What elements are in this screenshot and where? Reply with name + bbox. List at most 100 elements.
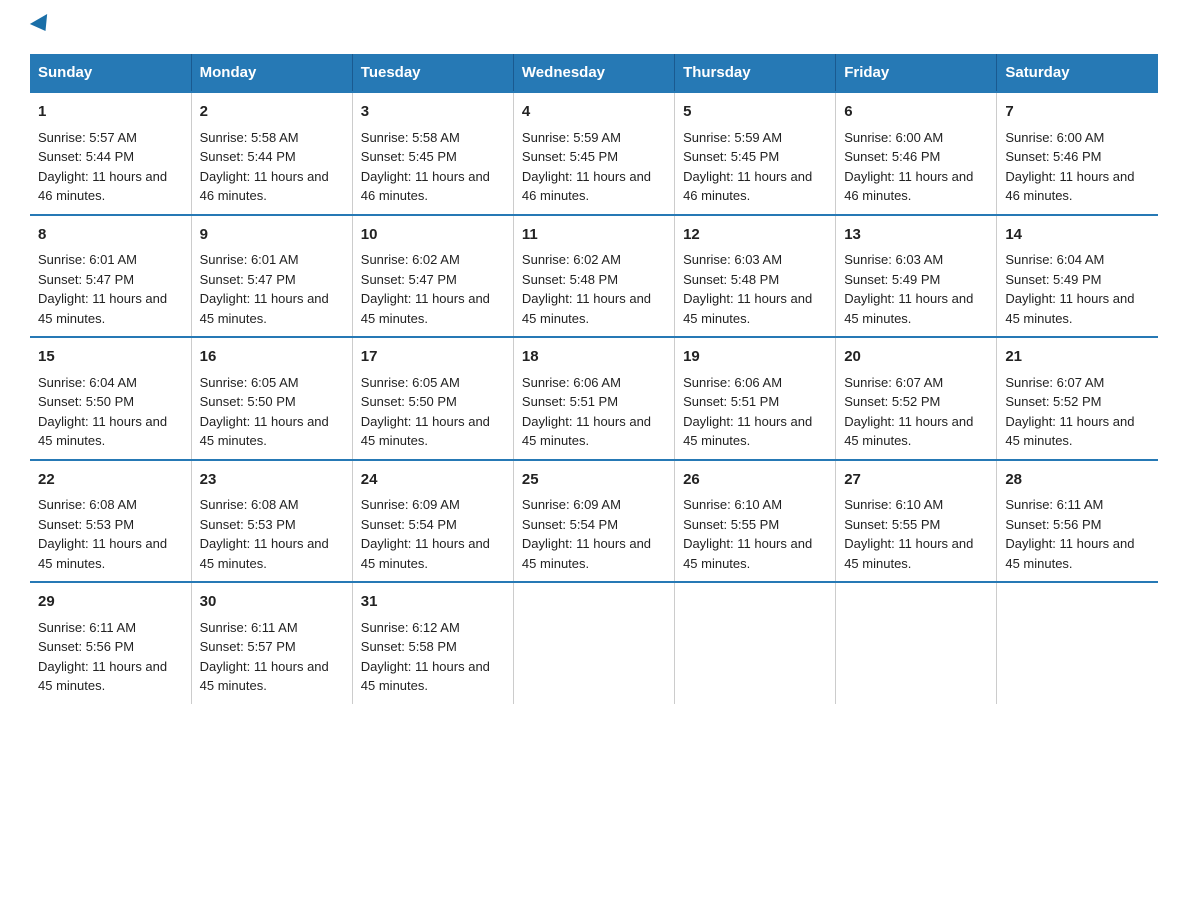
day-cell: 13 Sunrise: 6:03 AMSunset: 5:49 PMDayligh… (836, 215, 997, 338)
week-row-4: 22 Sunrise: 6:08 AMSunset: 5:53 PMDayligh… (30, 460, 1158, 583)
day-cell: 2 Sunrise: 5:58 AMSunset: 5:44 PMDaylight… (191, 92, 352, 215)
day-cell: 28Sunrise: 6:11 AMSunset: 5:56 PMDayligh… (997, 460, 1158, 583)
day-info: Sunrise: 6:11 AMSunset: 5:57 PMDaylight:… (200, 618, 344, 696)
day-info: Sunrise: 6:07 AMSunset: 5:52 PMDaylight:… (1005, 373, 1150, 451)
column-header-wednesday: Wednesday (513, 54, 674, 92)
day-info: Sunrise: 6:11 AMSunset: 5:56 PMDaylight:… (38, 618, 183, 696)
day-cell (997, 582, 1158, 704)
day-info: Sunrise: 6:03 AMSunset: 5:49 PMDaylight:… (844, 250, 988, 328)
day-info: Sunrise: 6:06 AMSunset: 5:51 PMDaylight:… (683, 373, 827, 451)
day-cell: 26 Sunrise: 6:10 AMSunset: 5:55 PMDayligh… (675, 460, 836, 583)
column-header-monday: Monday (191, 54, 352, 92)
day-info: Sunrise: 6:09 AMSunset: 5:54 PMDaylight:… (522, 495, 666, 573)
week-row-1: 1 Sunrise: 5:57 AMSunset: 5:44 PMDaylight… (30, 92, 1158, 215)
day-cell: 4 Sunrise: 5:59 AMSunset: 5:45 PMDaylight… (513, 92, 674, 215)
day-number: 21 (1005, 346, 1150, 369)
day-cell: 9 Sunrise: 6:01 AMSunset: 5:47 PMDaylight… (191, 215, 352, 338)
day-cell: 8 Sunrise: 6:01 AMSunset: 5:47 PMDaylight… (30, 215, 191, 338)
day-info: Sunrise: 6:11 AMSunset: 5:56 PMDaylight:… (1005, 495, 1150, 573)
day-number: 1 (38, 101, 183, 124)
day-info: Sunrise: 5:57 AMSunset: 5:44 PMDaylight:… (38, 128, 183, 206)
day-info: Sunrise: 6:01 AMSunset: 5:47 PMDaylight:… (200, 250, 344, 328)
calendar-header: SundayMondayTuesdayWednesdayThursdayFrid… (30, 54, 1158, 92)
week-row-2: 8 Sunrise: 6:01 AMSunset: 5:47 PMDaylight… (30, 215, 1158, 338)
day-number: 3 (361, 101, 505, 124)
page-header (30, 20, 1158, 34)
day-cell: 25 Sunrise: 6:09 AMSunset: 5:54 PMDayligh… (513, 460, 674, 583)
day-info: Sunrise: 5:59 AMSunset: 5:45 PMDaylight:… (683, 128, 827, 206)
day-cell: 15 Sunrise: 6:04 AMSunset: 5:50 PMDayligh… (30, 337, 191, 460)
day-number: 25 (522, 469, 666, 492)
day-cell: 29Sunrise: 6:11 AMSunset: 5:56 PMDayligh… (30, 582, 191, 704)
day-number: 30 (200, 591, 344, 614)
day-info: Sunrise: 6:12 AMSunset: 5:58 PMDaylight:… (361, 618, 505, 696)
day-info: Sunrise: 6:08 AMSunset: 5:53 PMDaylight:… (200, 495, 344, 573)
day-cell (836, 582, 997, 704)
day-number: 20 (844, 346, 988, 369)
day-number: 12 (683, 224, 827, 247)
day-number: 2 (200, 101, 344, 124)
day-info: Sunrise: 6:00 AMSunset: 5:46 PMDaylight:… (1005, 128, 1150, 206)
day-info: Sunrise: 6:07 AMSunset: 5:52 PMDaylight:… (844, 373, 988, 451)
day-number: 13 (844, 224, 988, 247)
day-number: 17 (361, 346, 505, 369)
calendar-body: 1 Sunrise: 5:57 AMSunset: 5:44 PMDaylight… (30, 92, 1158, 704)
column-header-sunday: Sunday (30, 54, 191, 92)
day-cell: 21 Sunrise: 6:07 AMSunset: 5:52 PMDayligh… (997, 337, 1158, 460)
day-cell: 10 Sunrise: 6:02 AMSunset: 5:47 PMDayligh… (352, 215, 513, 338)
day-number: 11 (522, 224, 666, 247)
day-info: Sunrise: 5:59 AMSunset: 5:45 PMDaylight:… (522, 128, 666, 206)
day-number: 19 (683, 346, 827, 369)
day-number: 24 (361, 469, 505, 492)
logo-triangle-icon (30, 14, 54, 36)
day-info: Sunrise: 6:10 AMSunset: 5:55 PMDaylight:… (844, 495, 988, 573)
day-cell: 11Sunrise: 6:02 AMSunset: 5:48 PMDayligh… (513, 215, 674, 338)
day-info: Sunrise: 6:04 AMSunset: 5:50 PMDaylight:… (38, 373, 183, 451)
day-info: Sunrise: 5:58 AMSunset: 5:45 PMDaylight:… (361, 128, 505, 206)
day-number: 8 (38, 224, 183, 247)
day-number: 26 (683, 469, 827, 492)
day-number: 15 (38, 346, 183, 369)
day-info: Sunrise: 6:02 AMSunset: 5:47 PMDaylight:… (361, 250, 505, 328)
day-cell: 16 Sunrise: 6:05 AMSunset: 5:50 PMDayligh… (191, 337, 352, 460)
day-info: Sunrise: 6:05 AMSunset: 5:50 PMDaylight:… (361, 373, 505, 451)
day-cell: 6Sunrise: 6:00 AMSunset: 5:46 PMDaylight… (836, 92, 997, 215)
day-number: 22 (38, 469, 183, 492)
day-cell: 18Sunrise: 6:06 AMSunset: 5:51 PMDayligh… (513, 337, 674, 460)
day-info: Sunrise: 6:09 AMSunset: 5:54 PMDaylight:… (361, 495, 505, 573)
day-info: Sunrise: 6:10 AMSunset: 5:55 PMDaylight:… (683, 495, 827, 573)
day-info: Sunrise: 6:06 AMSunset: 5:51 PMDaylight:… (522, 373, 666, 451)
day-cell (675, 582, 836, 704)
day-number: 23 (200, 469, 344, 492)
header-row: SundayMondayTuesdayWednesdayThursdayFrid… (30, 54, 1158, 92)
logo (30, 20, 52, 34)
day-number: 7 (1005, 101, 1150, 124)
day-number: 4 (522, 101, 666, 124)
day-number: 10 (361, 224, 505, 247)
column-header-tuesday: Tuesday (352, 54, 513, 92)
day-cell: 1 Sunrise: 5:57 AMSunset: 5:44 PMDaylight… (30, 92, 191, 215)
day-cell: 23 Sunrise: 6:08 AMSunset: 5:53 PMDayligh… (191, 460, 352, 583)
day-cell: 3 Sunrise: 5:58 AMSunset: 5:45 PMDaylight… (352, 92, 513, 215)
day-number: 16 (200, 346, 344, 369)
day-cell: 17 Sunrise: 6:05 AMSunset: 5:50 PMDayligh… (352, 337, 513, 460)
day-number: 9 (200, 224, 344, 247)
day-info: Sunrise: 6:04 AMSunset: 5:49 PMDaylight:… (1005, 250, 1150, 328)
calendar-table: SundayMondayTuesdayWednesdayThursdayFrid… (30, 54, 1158, 704)
week-row-3: 15 Sunrise: 6:04 AMSunset: 5:50 PMDayligh… (30, 337, 1158, 460)
column-header-friday: Friday (836, 54, 997, 92)
day-info: Sunrise: 5:58 AMSunset: 5:44 PMDaylight:… (200, 128, 344, 206)
day-cell: 14 Sunrise: 6:04 AMSunset: 5:49 PMDayligh… (997, 215, 1158, 338)
day-info: Sunrise: 6:08 AMSunset: 5:53 PMDaylight:… (38, 495, 183, 573)
day-cell: 12Sunrise: 6:03 AMSunset: 5:48 PMDayligh… (675, 215, 836, 338)
day-cell: 22 Sunrise: 6:08 AMSunset: 5:53 PMDayligh… (30, 460, 191, 583)
day-cell: 5 Sunrise: 5:59 AMSunset: 5:45 PMDaylight… (675, 92, 836, 215)
day-info: Sunrise: 6:05 AMSunset: 5:50 PMDaylight:… (200, 373, 344, 451)
column-header-thursday: Thursday (675, 54, 836, 92)
day-cell: 31Sunrise: 6:12 AMSunset: 5:58 PMDayligh… (352, 582, 513, 704)
day-number: 14 (1005, 224, 1150, 247)
day-cell (513, 582, 674, 704)
day-number: 5 (683, 101, 827, 124)
day-cell: 30 Sunrise: 6:11 AMSunset: 5:57 PMDayligh… (191, 582, 352, 704)
day-info: Sunrise: 6:01 AMSunset: 5:47 PMDaylight:… (38, 250, 183, 328)
